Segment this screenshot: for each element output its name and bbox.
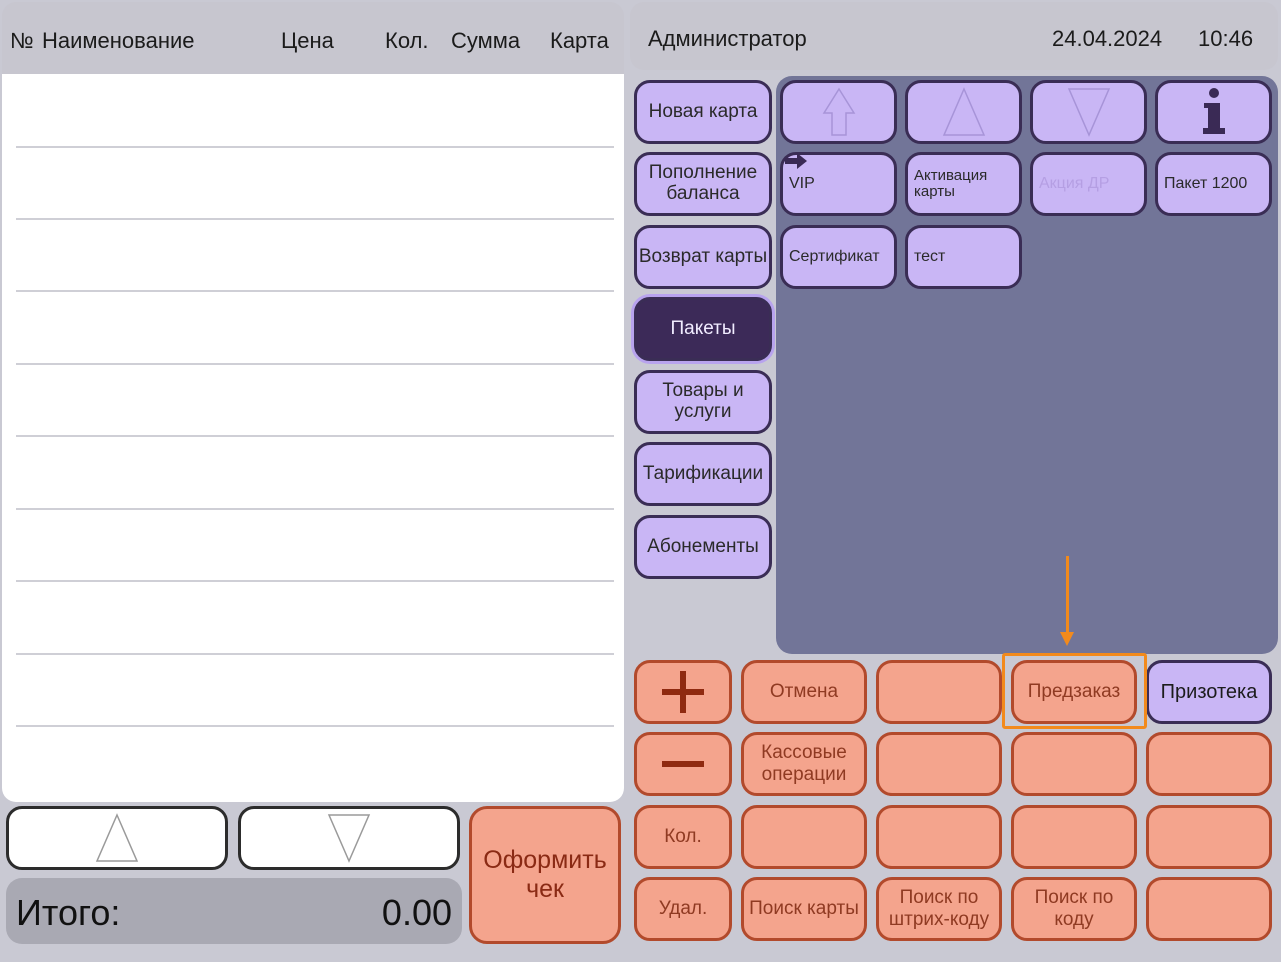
category-packages[interactable]: Пакеты [634, 297, 772, 361]
search-code-button[interactable]: Поиск по коду [1011, 877, 1137, 941]
total-label: Итого: [16, 892, 121, 933]
col-price: Цена [281, 28, 334, 53]
plus-icon [662, 671, 704, 713]
scroll-down-icon [327, 814, 371, 863]
row-divider [16, 580, 614, 582]
receipt-scroll-down-button[interactable] [238, 806, 460, 870]
search-card-button[interactable]: Поиск карты [741, 877, 867, 941]
item-label: VIP [789, 175, 815, 193]
col-number: № [10, 28, 34, 53]
total-value: 0.00 [381, 892, 452, 933]
time: 10:46 [1198, 26, 1254, 51]
scroll-down-icon [1067, 88, 1110, 137]
row-divider [16, 363, 614, 365]
row-divider [16, 146, 614, 148]
scroll-up-icon [95, 813, 139, 862]
row-divider [16, 218, 614, 220]
annotation-arrow-head [1060, 632, 1074, 646]
minus-button[interactable] [634, 732, 732, 796]
receipt-header: № Наименование Цена Кол. Сумма Карта [2, 2, 624, 74]
search-barcode-button[interactable]: Поиск по штрих-коду [876, 877, 1002, 941]
item-vip[interactable]: VIP [780, 152, 897, 216]
scroll-up-icon [942, 87, 985, 136]
empty-action-button[interactable] [876, 732, 1002, 796]
quantity-button[interactable]: Кол. [634, 805, 732, 869]
col-qty: Кол. [385, 28, 429, 53]
col-name: Наименование [42, 28, 195, 53]
preorder-button[interactable]: Предзаказ [1011, 660, 1137, 724]
col-card: Карта [550, 28, 609, 53]
user-name: Администратор [648, 26, 807, 51]
item-birthday-promo[interactable]: Акция ДР [1030, 152, 1147, 216]
category-goods-services[interactable]: Товары и услуги [634, 370, 772, 434]
category-card-return[interactable]: Возврат карты [634, 225, 772, 289]
empty-action-button[interactable] [1011, 732, 1137, 796]
item-card-activation[interactable]: Активация карты [905, 152, 1022, 216]
item-test[interactable]: тест [905, 225, 1022, 289]
arrow-right-icon [785, 153, 807, 169]
top-bar: Администратор 24.04.2024 10:46 [630, 2, 1278, 70]
cash-operations-button[interactable]: Кассовые операции [741, 732, 867, 796]
total-box: Итого: 0.00 [6, 878, 462, 944]
scroll-down-button[interactable] [1030, 80, 1147, 144]
checkout-button[interactable]: Оформить чек [469, 806, 621, 944]
item-certificate[interactable]: Сертификат [780, 225, 897, 289]
empty-action-button[interactable] [1011, 805, 1137, 869]
col-sum: Сумма [451, 28, 521, 53]
empty-action-button[interactable] [1146, 877, 1272, 941]
category-tariffs[interactable]: Тарификации [634, 442, 772, 506]
row-divider [16, 653, 614, 655]
info-icon [1202, 88, 1225, 134]
receipt-scroll-up-button[interactable] [6, 806, 228, 870]
delete-button[interactable]: Удал. [634, 877, 732, 941]
info-button[interactable] [1155, 80, 1272, 144]
cancel-button[interactable]: Отмена [741, 660, 867, 724]
empty-action-button[interactable] [876, 660, 1002, 724]
empty-action-button[interactable] [1146, 732, 1272, 796]
scroll-top-button[interactable] [780, 80, 897, 144]
row-divider [16, 725, 614, 727]
date: 24.04.2024 [1052, 26, 1163, 51]
category-top-up[interactable]: Пополнение баланса [634, 152, 772, 216]
empty-action-button[interactable] [741, 805, 867, 869]
scroll-top-icon [822, 87, 855, 136]
scroll-up-button[interactable] [905, 80, 1022, 144]
empty-action-button[interactable] [876, 805, 1002, 869]
receipt-list[interactable] [2, 74, 624, 802]
empty-action-button[interactable] [1146, 805, 1272, 869]
plus-button[interactable] [634, 660, 732, 724]
row-divider [16, 290, 614, 292]
row-divider [16, 435, 614, 437]
category-new-card[interactable]: Новая карта [634, 80, 772, 144]
prizoteka-button[interactable]: Призотека [1146, 660, 1272, 724]
item-package-1200[interactable]: Пакет 1200 [1155, 152, 1272, 216]
annotation-arrow [1066, 556, 1069, 636]
minus-icon [662, 761, 704, 767]
category-subscriptions[interactable]: Абонементы [634, 515, 772, 579]
row-divider [16, 508, 614, 510]
